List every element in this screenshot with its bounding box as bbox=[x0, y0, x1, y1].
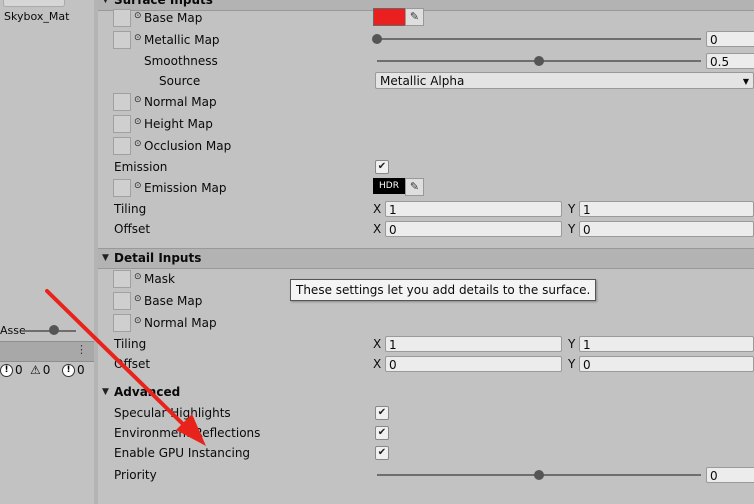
annotation-arrow bbox=[45, 289, 206, 446]
